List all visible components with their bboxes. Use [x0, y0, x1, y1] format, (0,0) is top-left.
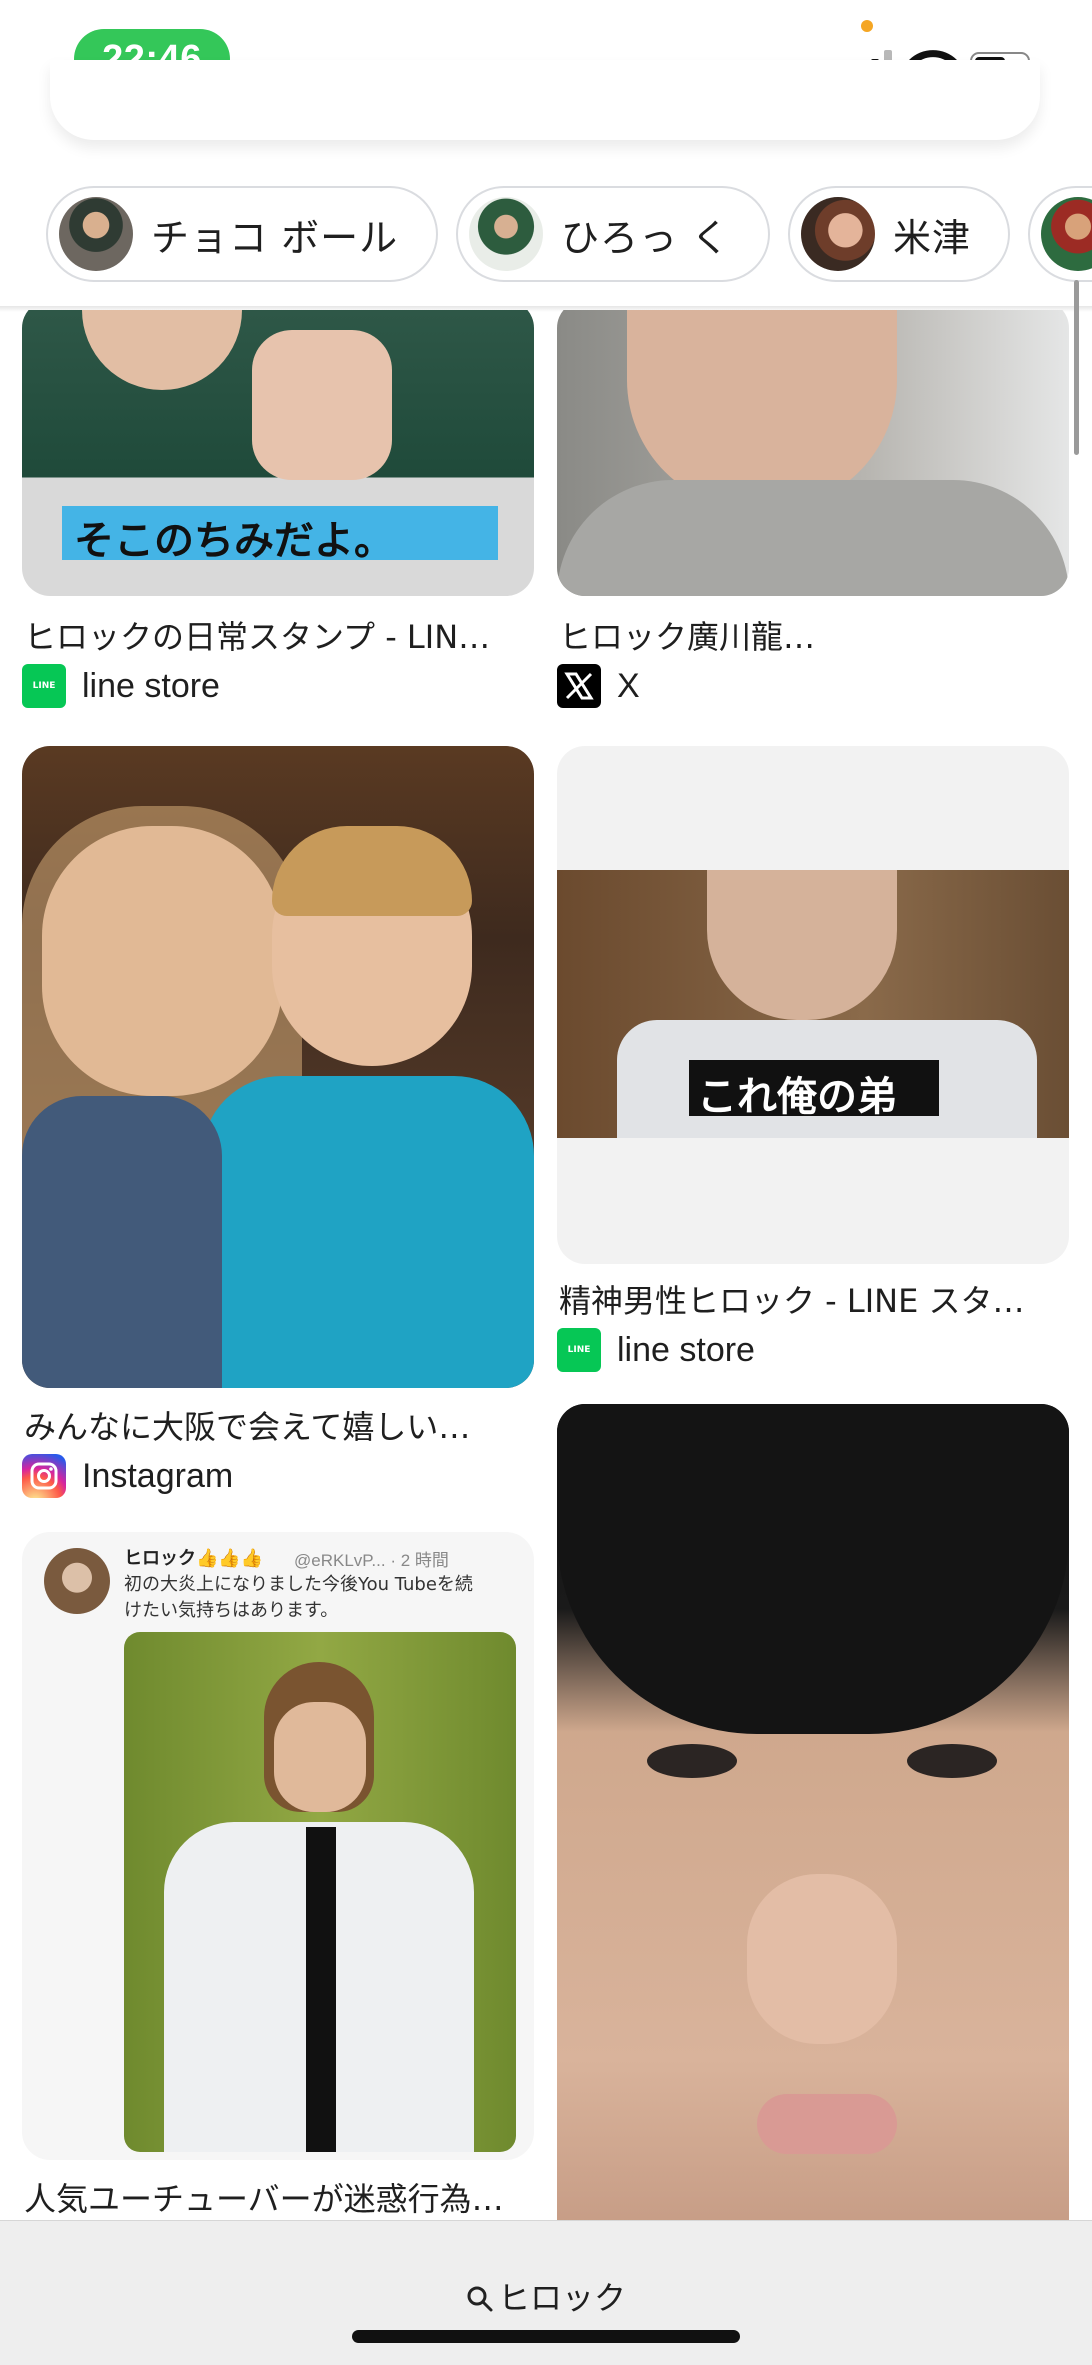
search-query-text: ヒロック	[497, 2279, 626, 2317]
result-thumbnail[interactable]: ヒロック👍👍👍 @eRKLvP... · 2 時間 初の大炎上になりました今後Y…	[22, 1532, 534, 2160]
bottom-search-bar[interactable]: ヒロック	[0, 2220, 1092, 2365]
tweet-handle: @eRKLvP... · 2 時間	[294, 1551, 449, 1570]
line-icon: LINE	[22, 664, 66, 708]
chip-choco-ball[interactable]: チョコ ボール	[46, 186, 438, 282]
result-title[interactable]: 精神男性ヒロック - LINE スタ…	[559, 1276, 1069, 1322]
thumb-right-eye	[907, 1744, 997, 1778]
line-icon: LINE	[557, 1328, 601, 1372]
chip-label: チョコ ボール	[151, 215, 399, 260]
chip-hirokku[interactable]: ひろっ く	[456, 186, 770, 282]
tweet-avatar	[44, 1548, 110, 1614]
result-thumbnail[interactable]	[22, 746, 534, 1388]
chip-avatar	[59, 197, 133, 271]
result-source[interactable]: Instagram	[22, 1454, 233, 1498]
image-results-grid: そこのちみだよ。 ヒロックの日常スタンプ - LIN… LINE line st…	[0, 310, 1092, 2220]
chip-avatar	[469, 197, 543, 271]
thumb-tie	[306, 1827, 336, 2152]
thumb-nose	[747, 1874, 897, 2044]
source-name: Instagram	[82, 1456, 234, 1495]
thumb-denim	[22, 1096, 222, 1388]
tweet-text: 初の大炎上になりました今後You Tubeを続けたい気持ちはあります。	[124, 1574, 473, 1621]
result-source[interactable]: LINE line store	[557, 1328, 755, 1372]
thumb-hoodie	[557, 480, 1069, 596]
tweet-author: ヒロック👍👍👍	[124, 1548, 264, 1569]
chip-more[interactable]	[1028, 186, 1092, 282]
tweet-photo	[124, 1632, 516, 2152]
thumb-man-hair	[272, 826, 472, 916]
thumb-hoodie	[202, 1076, 534, 1388]
thumb-face	[707, 870, 897, 1020]
thumb-hair	[557, 1404, 1069, 1734]
result-card[interactable]: そこのちみだよ。 ヒロックの日常スタンプ - LIN… LINE line st…	[22, 310, 534, 710]
result-title[interactable]: 人気ユーチューバーが迷惑行為…	[24, 2174, 534, 2220]
result-thumbnail[interactable]: これ俺の弟	[557, 746, 1069, 1264]
search-bar-edge[interactable]	[50, 60, 1040, 140]
chip-avatar	[801, 197, 875, 271]
thumb-video-frame: これ俺の弟	[557, 870, 1069, 1138]
result-thumbnail[interactable]: そこのちみだよ。	[22, 310, 534, 596]
privacy-indicator-dot	[861, 20, 873, 32]
result-title[interactable]: みんなに大阪で会えて嬉しい…	[24, 1402, 534, 1448]
result-title[interactable]: ヒロック廣川龍…	[559, 612, 1069, 658]
chip-label: ひろっ く	[561, 215, 731, 260]
search-icon	[467, 2286, 493, 2312]
scrollbar[interactable]	[1074, 280, 1079, 455]
thumb-hand	[252, 330, 392, 480]
chip-avatar	[1041, 197, 1092, 271]
result-card[interactable]: みんなに大阪で会えて嬉しい… Instagram	[22, 746, 534, 1506]
x-logo-icon	[557, 664, 601, 708]
thumb-face	[82, 310, 242, 390]
result-thumbnail[interactable]	[557, 310, 1069, 596]
thumb-left-eye	[647, 1744, 737, 1778]
home-indicator[interactable]	[352, 2330, 740, 2343]
chip-yonezu[interactable]: 米津	[788, 186, 1010, 282]
thumb-face	[274, 1702, 366, 1812]
result-thumbnail[interactable]	[557, 1404, 1069, 2220]
result-source[interactable]: LINE line store	[22, 664, 220, 708]
result-card[interactable]: ヒロック廣川龍… X	[557, 310, 1069, 710]
bottom-query[interactable]: ヒロック	[0, 2273, 1092, 2319]
thumbnail-caption: そこのちみだよ。	[74, 518, 394, 564]
thumb-mouth	[757, 2094, 897, 2154]
related-searches-chips: チョコ ボール ひろっ く 米津	[0, 186, 1092, 290]
thumbnail-caption: これ俺の弟	[697, 1074, 897, 1120]
source-name: X	[617, 666, 640, 705]
result-source[interactable]: X	[557, 664, 640, 708]
result-card[interactable]	[557, 1404, 1069, 2220]
result-card[interactable]: ヒロック👍👍👍 @eRKLvP... · 2 時間 初の大炎上になりました今後Y…	[22, 1532, 534, 2220]
source-name: line store	[617, 1330, 755, 1369]
chip-label: 米津	[893, 215, 972, 260]
source-name: line store	[82, 666, 220, 705]
result-card[interactable]: これ俺の弟 精神男性ヒロック - LINE スタ… LINE line stor…	[557, 746, 1069, 1386]
result-title[interactable]: ヒロックの日常スタンプ - LIN…	[24, 612, 534, 658]
instagram-icon	[22, 1454, 66, 1498]
